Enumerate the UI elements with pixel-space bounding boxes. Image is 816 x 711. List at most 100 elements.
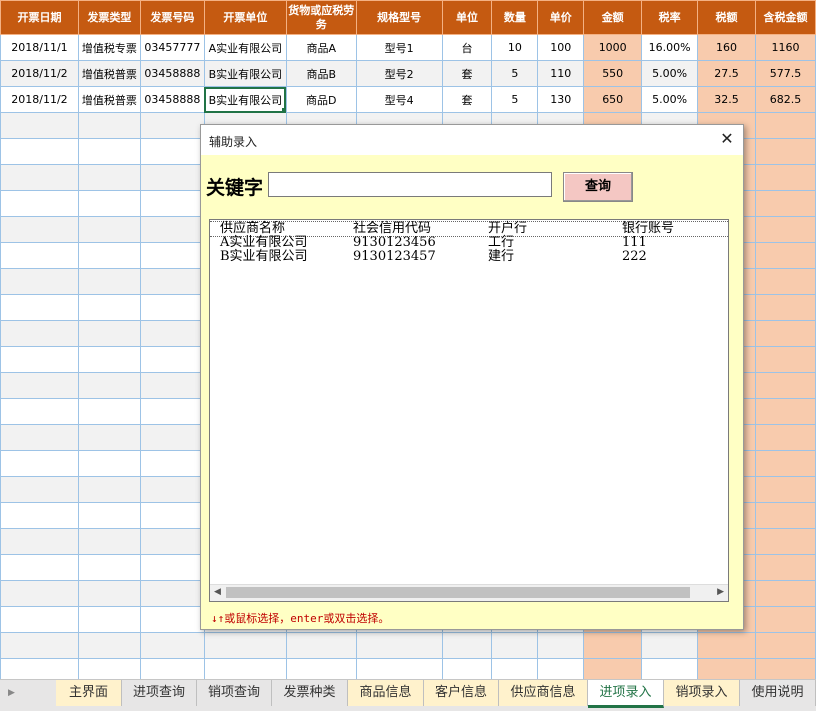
table-cell[interactable] (139, 320, 205, 347)
column-header[interactable]: 单价 (537, 0, 585, 35)
table-cell[interactable] (77, 398, 141, 425)
column-header[interactable]: 含税金额 (754, 0, 816, 35)
table-cell[interactable] (754, 424, 816, 451)
table-cell[interactable] (754, 372, 816, 399)
table-cell[interactable] (583, 658, 643, 679)
table-cell[interactable] (754, 294, 816, 321)
table-cell[interactable] (139, 216, 205, 243)
table-cell[interactable] (754, 112, 816, 139)
table-cell[interactable]: 套 (441, 60, 493, 87)
table-cell[interactable] (491, 658, 539, 679)
table-cell[interactable]: 商品A (285, 34, 357, 61)
table-cell[interactable] (77, 424, 141, 451)
column-header[interactable]: 税额 (697, 0, 756, 35)
table-cell[interactable] (0, 268, 79, 295)
table-cell[interactable] (537, 658, 585, 679)
table-cell[interactable]: 16.00% (641, 34, 699, 61)
table-cell[interactable] (139, 112, 205, 139)
table-cell[interactable] (203, 658, 287, 679)
scrollbar-thumb[interactable] (226, 587, 690, 598)
table-cell[interactable] (0, 502, 79, 529)
table-cell[interactable] (754, 138, 816, 165)
table-cell[interactable]: 2018/11/2 (0, 60, 79, 87)
table-cell[interactable] (139, 242, 205, 269)
table-cell[interactable] (537, 632, 585, 659)
supplier-listbox[interactable]: 供应商名称 社会信用代码 开户行 银行账号 A实业有限公司 9130123456 工行 11… (209, 219, 729, 602)
table-cell[interactable]: A实业有限公司 (203, 34, 287, 61)
table-cell[interactable] (77, 528, 141, 555)
table-cell[interactable] (139, 268, 205, 295)
table-cell[interactable] (139, 580, 205, 607)
fill-handle[interactable] (281, 108, 286, 112)
table-cell[interactable]: 5.00% (641, 60, 699, 87)
horizontal-scrollbar[interactable]: ◀ ▶ (210, 584, 728, 601)
table-cell[interactable] (77, 372, 141, 399)
table-cell[interactable] (754, 268, 816, 295)
table-cell[interactable]: 套 (441, 86, 493, 113)
table-cell[interactable] (754, 554, 816, 581)
table-cell[interactable] (139, 502, 205, 529)
table-cell[interactable] (583, 632, 643, 659)
scroll-left-icon[interactable]: ◀ (214, 587, 221, 597)
table-cell[interactable]: 32.5 (697, 86, 756, 113)
table-cell[interactable] (77, 632, 141, 659)
table-cell[interactable] (77, 450, 141, 477)
list-item[interactable]: A实业有限公司 9130123456 工行 111 (210, 236, 728, 250)
column-header[interactable]: 发票类型 (77, 0, 141, 35)
sheet-tab[interactable]: 发票种类 (272, 680, 348, 706)
table-cell[interactable]: 型号1 (355, 34, 443, 61)
table-cell[interactable] (754, 502, 816, 529)
sheet-tab[interactable]: 主界面 (56, 680, 122, 706)
search-button[interactable]: 查询 (563, 172, 633, 202)
table-cell[interactable] (139, 476, 205, 503)
table-cell[interactable] (139, 398, 205, 425)
table-cell[interactable]: 03458888 (139, 86, 205, 113)
table-cell[interactable] (0, 658, 79, 679)
column-header[interactable]: 金额 (583, 0, 643, 35)
table-cell[interactable]: 650 (583, 86, 643, 113)
table-cell[interactable] (0, 450, 79, 477)
table-cell[interactable]: 1160 (754, 34, 816, 61)
table-cell[interactable] (139, 346, 205, 373)
table-cell[interactable] (0, 346, 79, 373)
table-cell[interactable] (77, 216, 141, 243)
sheet-tab[interactable]: 客户信息 (424, 680, 499, 706)
table-cell[interactable] (754, 528, 816, 555)
table-cell[interactable] (0, 424, 79, 451)
table-cell[interactable] (355, 658, 443, 679)
column-header[interactable]: 开票日期 (0, 0, 79, 35)
table-cell[interactable] (0, 606, 79, 633)
table-cell[interactable] (441, 658, 493, 679)
table-cell[interactable] (754, 398, 816, 425)
table-cell[interactable]: 03457777 (139, 34, 205, 61)
table-cell[interactable]: 增值税专票 (77, 34, 141, 61)
dialog-titlebar[interactable]: 辅助录入 ✕ (201, 125, 743, 155)
column-header[interactable]: 单位 (441, 0, 493, 35)
table-cell[interactable] (0, 554, 79, 581)
table-cell[interactable] (139, 424, 205, 451)
table-cell[interactable] (139, 554, 205, 581)
table-cell[interactable]: 160 (697, 34, 756, 61)
table-cell[interactable] (0, 580, 79, 607)
table-cell[interactable] (0, 476, 79, 503)
table-cell[interactable] (139, 372, 205, 399)
table-cell[interactable]: 1000 (583, 34, 643, 61)
table-cell[interactable] (285, 632, 357, 659)
table-cell[interactable] (139, 138, 205, 165)
table-cell[interactable] (491, 632, 539, 659)
table-cell[interactable] (77, 164, 141, 191)
table-cell[interactable]: 100 (537, 34, 585, 61)
table-cell[interactable]: 商品B (285, 60, 357, 87)
table-cell[interactable] (0, 320, 79, 347)
table-cell[interactable] (641, 658, 699, 679)
table-cell[interactable] (77, 476, 141, 503)
table-cell[interactable] (0, 112, 79, 139)
sheet-tab[interactable]: 销项查询 (197, 680, 272, 706)
table-cell[interactable] (754, 476, 816, 503)
table-cell[interactable]: 5.00% (641, 86, 699, 113)
table-cell[interactable] (77, 190, 141, 217)
table-cell[interactable] (77, 554, 141, 581)
table-cell[interactable] (203, 632, 287, 659)
table-cell[interactable]: B实业有限公司 (203, 60, 287, 87)
table-cell[interactable] (754, 190, 816, 217)
